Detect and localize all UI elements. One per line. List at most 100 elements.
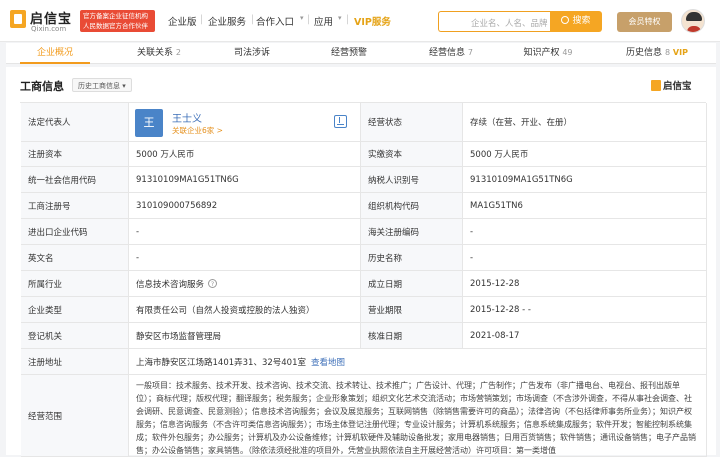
nav-separator: |	[251, 14, 255, 25]
search-input[interactable]: 企业名、人名、品牌	[438, 11, 550, 32]
tab-label: 企业概况	[36, 48, 73, 58]
label-founded-date: 成立日期	[361, 271, 463, 296]
vip-badge: VIP	[672, 48, 688, 57]
label-import-export-code: 进出口企业代码	[21, 219, 129, 244]
label-registration-number: 工商注册号	[21, 193, 129, 218]
label-registered-capital: 注册资本	[21, 142, 129, 166]
legal-rep-avatar[interactable]: 王	[135, 109, 163, 137]
label-business-scope: 经营范围	[21, 375, 129, 456]
table-row: 所属行业 信息技术咨询服务? 成立日期 2015-12-28	[21, 271, 707, 297]
value-import-export-code: -	[129, 219, 361, 244]
section-title: 工商信息	[20, 80, 64, 93]
value-status: 存续（在营、开业、在册）	[463, 103, 707, 141]
table-row: 注册地址 上海市静安区江场路1401弄31、32号401室 查看地图	[21, 349, 707, 375]
business-info-panel: 工商信息 历史工商信息 ▾ 启信宝 法定代表人 王 王士义 关联企业6家 > 经…	[6, 67, 716, 457]
user-avatar[interactable]	[681, 9, 705, 33]
tab-label: 知识产权	[523, 48, 560, 58]
tab-relations[interactable]: 关联关系 2	[124, 43, 194, 64]
tab-label: 经营信息	[429, 48, 466, 58]
label-approval-date: 核准日期	[361, 323, 463, 348]
download-icon[interactable]	[334, 115, 347, 128]
tab-count: 49	[562, 48, 573, 57]
nav-separator: |	[307, 14, 311, 25]
nav-separator: |	[346, 14, 350, 25]
legal-rep-name[interactable]: 王士义	[172, 110, 202, 125]
tab-risk-warning[interactable]: 经营预警	[319, 43, 379, 64]
value-customs-code: -	[463, 219, 707, 244]
tab-overview[interactable]: 企业概况	[20, 43, 90, 64]
chevron-down-icon: ▾	[122, 82, 126, 90]
label-former-name: 历史名称	[361, 245, 463, 270]
nav-cooperation[interactable]: 合作入口	[256, 14, 294, 28]
table-row: 注册资本 5000 万人民币 实缴资本 5000 万人民币	[21, 142, 707, 167]
logo-domain: Qixin.com	[31, 25, 67, 33]
search-button-label: 搜索	[572, 16, 591, 26]
qixinbao-logo-icon[interactable]	[10, 10, 26, 28]
value-paid-capital: 5000 万人民币	[463, 142, 707, 166]
related-companies-link[interactable]: 关联企业6家 >	[172, 125, 223, 136]
history-registration-button[interactable]: 历史工商信息 ▾	[72, 78, 132, 92]
table-row: 英文名 - 历史名称 -	[21, 245, 707, 271]
value-founded-date: 2015-12-28	[463, 271, 707, 296]
value-address: 上海市静安区江场路1401弄31、32号401室 查看地图	[129, 349, 707, 374]
tab-label: 关联关系	[137, 48, 174, 58]
member-privilege-button[interactable]: 会员特权	[617, 12, 672, 32]
gov-cert-badge: 官方备案企业征信机构 人民数据官方合作伙伴	[80, 10, 155, 32]
label-registration-authority: 登记机关	[21, 323, 129, 348]
view-map-link[interactable]: 查看地图	[311, 356, 345, 368]
value-business-term: 2015-12-28 - -	[463, 297, 707, 322]
company-tabs: 企业概况 关联关系 2 司法涉诉 经营预警 经营信息 7 知识产权 49 历史信…	[6, 43, 716, 64]
value-credit-code: 91310109MA1G51TN6G	[129, 167, 361, 192]
brand-text: 启信宝	[663, 81, 692, 92]
chevron-down-icon: ▾	[338, 14, 342, 22]
table-row: 登记机关 静安区市场监督管理局 核准日期 2021-08-17	[21, 323, 707, 349]
value-industry: 信息技术咨询服务?	[129, 271, 361, 296]
address-text: 上海市静安区江场路1401弄31、32号401室	[136, 357, 306, 368]
table-row: 经营范围 一般项目：技术服务、技术开发、技术咨询、技术交流、技术转让、技术推广；…	[21, 375, 707, 457]
tab-business-info[interactable]: 经营信息 7	[416, 43, 486, 64]
tab-history[interactable]: 历史信息 8 VIP	[612, 43, 702, 64]
tab-count: 2	[175, 48, 181, 57]
top-header: 启信宝 Qixin.com 官方备案企业征信机构 人民数据官方合作伙伴 企业版 …	[0, 0, 720, 42]
label-customs-code: 海关注册编码	[361, 219, 463, 244]
tab-litigation[interactable]: 司法涉诉	[222, 43, 282, 64]
nav-vip-service[interactable]: VIP服务	[354, 14, 391, 28]
value-registration-authority: 静安区市场监督管理局	[129, 323, 361, 348]
search-icon	[561, 16, 570, 24]
tab-label: 司法涉诉	[233, 48, 270, 58]
nav-enterprise-service[interactable]: 企业服务	[208, 14, 246, 28]
label-english-name: 英文名	[21, 245, 129, 270]
label-taxpayer-id: 纳税人识别号	[361, 167, 463, 192]
qixinbao-logo-icon	[651, 80, 661, 91]
label-industry: 所属行业	[21, 271, 129, 296]
industry-text: 信息技术咨询服务	[136, 279, 205, 290]
registration-table: 法定代表人 王 王士义 关联企业6家 > 经营状态 存续（在营、开业、在册） 注…	[20, 102, 707, 457]
brand-watermark: 启信宝	[651, 78, 692, 92]
tab-label: 历史信息	[626, 48, 663, 58]
label-legal-rep: 法定代表人	[21, 103, 129, 141]
nav-apps[interactable]: 应用	[314, 14, 333, 28]
search-button[interactable]: 搜索	[550, 11, 602, 32]
table-row: 工商注册号 310109000756892 组织机构代码 MA1G51TN6	[21, 193, 707, 219]
label-business-term: 营业期限	[361, 297, 463, 322]
gov-badge-line2: 人民数据官方合作伙伴	[83, 22, 148, 30]
value-english-name: -	[129, 245, 361, 270]
table-row: 统一社会信用代码 91310109MA1G51TN6G 纳税人识别号 91310…	[21, 167, 707, 193]
help-icon[interactable]: ?	[208, 279, 218, 288]
table-row: 法定代表人 王 王士义 关联企业6家 > 经营状态 存续（在营、开业、在册）	[21, 103, 707, 142]
tab-count: 7	[467, 48, 473, 57]
label-status: 经营状态	[361, 103, 463, 141]
history-tag-label: 历史工商信息	[78, 82, 120, 90]
value-org-code: MA1G51TN6	[463, 193, 707, 218]
value-business-scope: 一般项目：技术服务、技术开发、技术咨询、技术交流、技术转让、技术推广；广告设计、…	[129, 375, 707, 456]
gov-badge-line1: 官方备案企业征信机构	[83, 12, 148, 20]
nav-enterprise-edition[interactable]: 企业版	[168, 14, 197, 28]
label-org-code: 组织机构代码	[361, 193, 463, 218]
table-row: 进出口企业代码 - 海关注册编码 -	[21, 219, 707, 245]
label-credit-code: 统一社会信用代码	[21, 167, 129, 192]
label-company-type: 企业类型	[21, 297, 129, 322]
label-paid-capital: 实缴资本	[361, 142, 463, 166]
tab-ip[interactable]: 知识产权 49	[512, 43, 584, 64]
legal-rep-cell: 王 王士义 关联企业6家 >	[129, 103, 361, 141]
value-registered-capital: 5000 万人民币	[129, 142, 361, 166]
